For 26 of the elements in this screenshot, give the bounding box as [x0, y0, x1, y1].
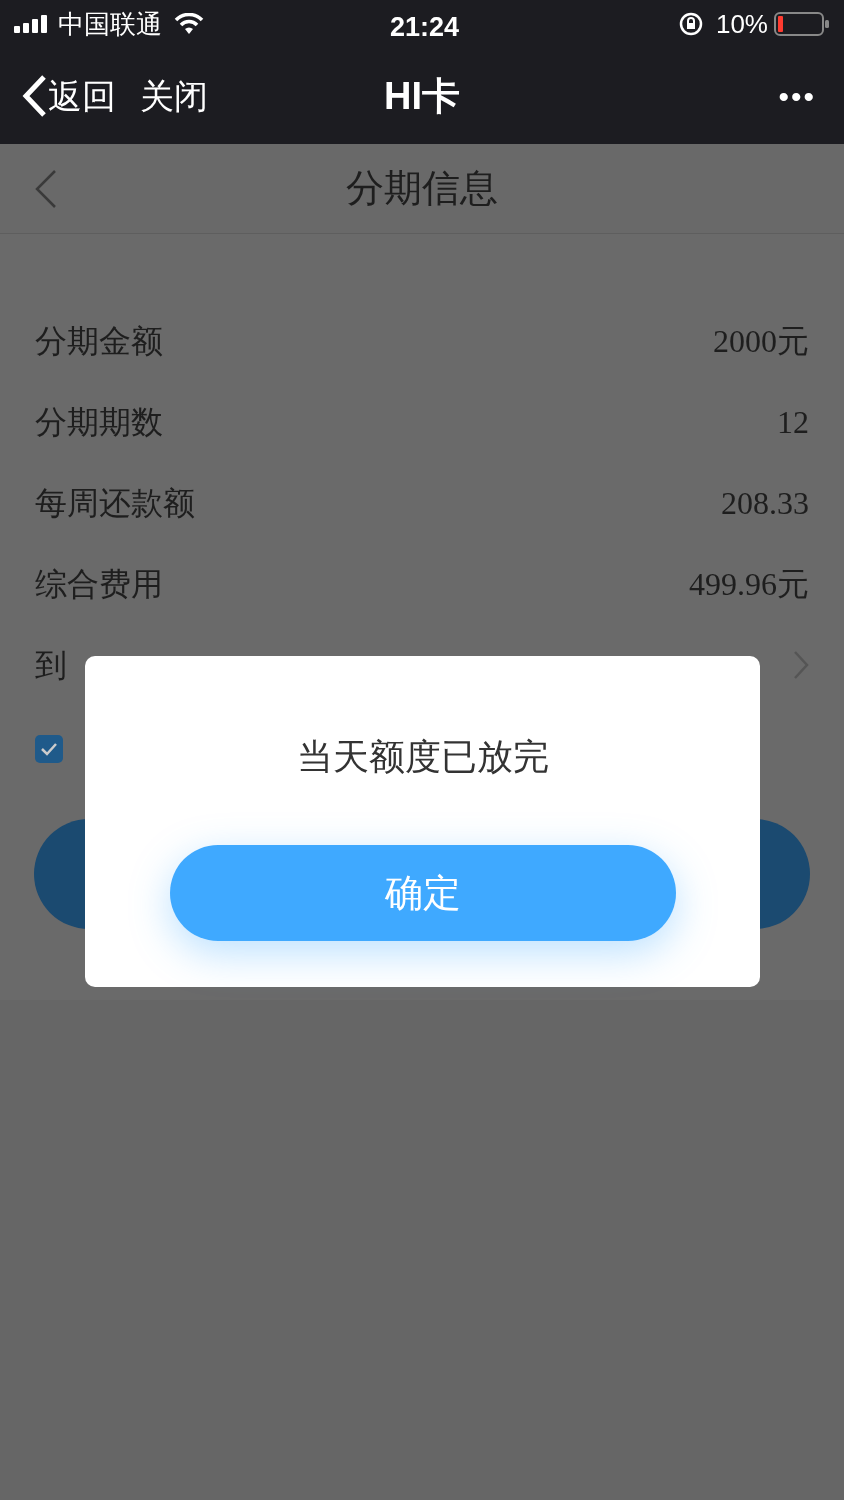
checkmark-icon [40, 742, 58, 756]
agreement-checkbox[interactable] [35, 735, 63, 763]
carrier-name: 中国联通 [58, 7, 162, 41]
row-value: 499.96元 [689, 564, 809, 604]
row-label: 综合费用 [35, 564, 163, 604]
chevron-left-icon [20, 74, 48, 118]
more-button[interactable]: ••• [778, 73, 816, 119]
row-value: 2000元 [713, 321, 809, 361]
row-label: 分期金额 [35, 321, 163, 361]
row-value: 208.33 [721, 483, 809, 523]
page-title: HI卡 [384, 73, 460, 119]
back-chevron-icon [34, 168, 58, 209]
section-title: 分期信息 [346, 166, 498, 211]
battery-icon [774, 11, 830, 37]
dialog-message: 当天额度已放完 [296, 735, 549, 779]
clock-time: 21:24 [390, 11, 460, 44]
back-button[interactable]: 返回 [20, 70, 116, 122]
row-label: 到 [35, 645, 67, 685]
row-label: 分期期数 [35, 402, 163, 442]
signal-icon [14, 15, 50, 33]
wifi-icon [174, 13, 204, 35]
rotation-lock-icon [677, 11, 704, 37]
close-button[interactable]: 关闭 [140, 70, 208, 122]
row-value: 12 [777, 402, 809, 442]
row-label: 每周还款额 [35, 483, 195, 523]
battery-percent: 10% [715, 7, 768, 41]
